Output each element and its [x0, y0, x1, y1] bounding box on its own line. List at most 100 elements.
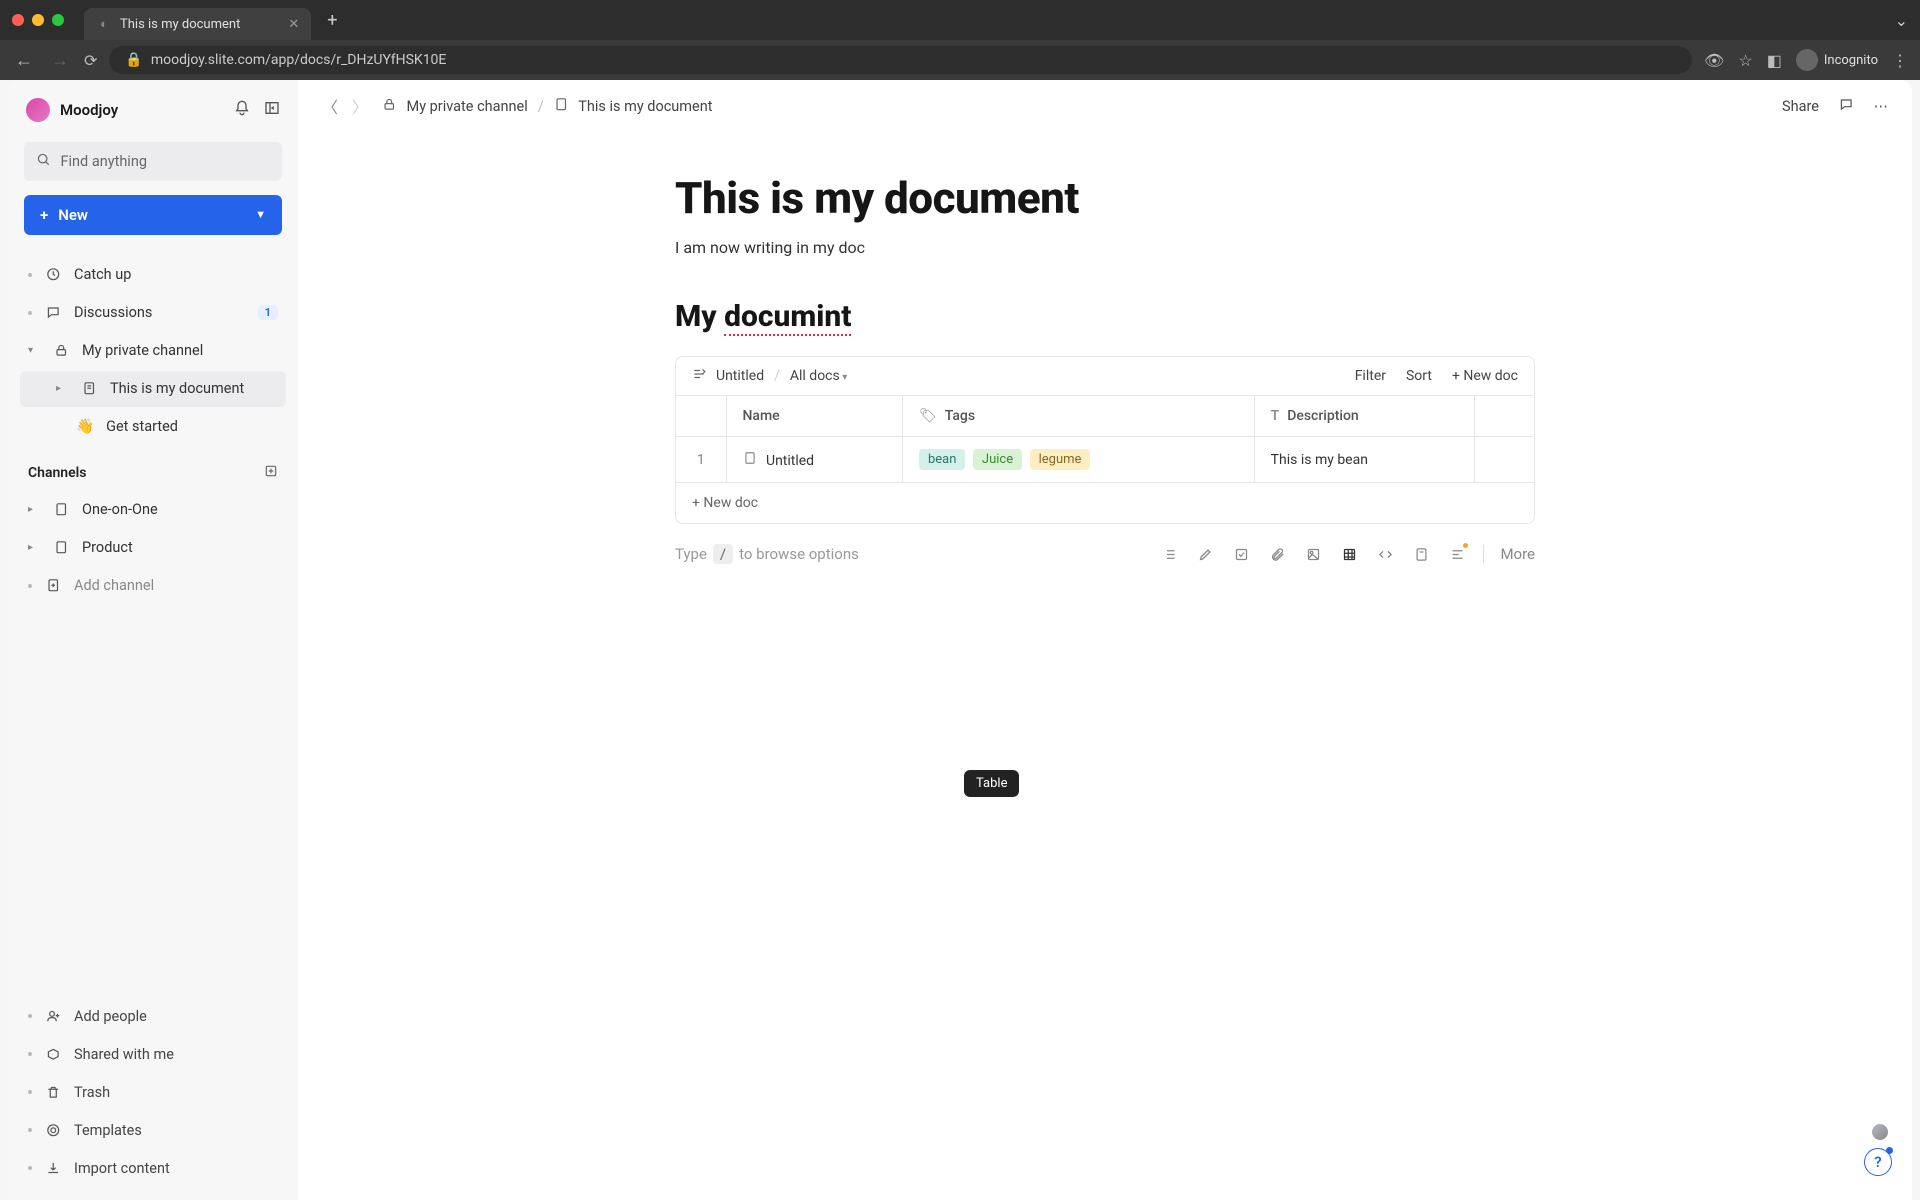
comments-icon[interactable] [1839, 97, 1854, 116]
layout-icon[interactable] [1447, 544, 1467, 564]
column-header-tags[interactable]: 🏷Tags [902, 396, 1254, 437]
browser-tab[interactable]: ◐ This is my document ✕ [84, 8, 311, 40]
add-channel-section-icon[interactable] [264, 464, 278, 482]
close-window-icon[interactable] [12, 14, 24, 26]
sidebar-item-one-on-one[interactable]: ▸ One-on-One [20, 492, 286, 528]
column-header-name[interactable]: Name [726, 396, 902, 437]
tag-chip[interactable]: bean [919, 449, 965, 470]
doc-paragraph[interactable]: I am now writing in my doc [675, 238, 1535, 257]
extensions-icon[interactable]: ◧ [1767, 51, 1782, 70]
tag-chip[interactable]: Juice [973, 449, 1022, 470]
table-scope-dropdown[interactable]: All docs [790, 368, 847, 384]
attachment-icon[interactable] [1267, 544, 1287, 564]
doc-icon [743, 453, 760, 469]
forward-button: → [48, 50, 72, 71]
templates-icon [44, 1121, 62, 1139]
table-insert-icon[interactable] [1339, 544, 1359, 564]
column-header-description[interactable]: TDescription [1254, 396, 1474, 437]
maximize-window-icon[interactable] [52, 14, 64, 26]
share-button[interactable]: Share [1782, 98, 1819, 115]
code-icon[interactable] [1375, 544, 1395, 564]
new-button-label: New [58, 206, 88, 224]
browser-menu-icon[interactable]: ⋮ [1892, 51, 1908, 70]
sidebar-item-label: One-on-One [82, 501, 158, 518]
workspace-switcher[interactable]: Moodjoy [20, 94, 286, 136]
column-header-add[interactable] [1474, 396, 1534, 437]
chevron-right-icon[interactable]: ▸ [28, 504, 40, 515]
chevron-down-icon[interactable]: ▼ [255, 208, 266, 221]
sidebar-item-label: Shared with me [74, 1046, 174, 1063]
breadcrumb-parent[interactable]: My private channel [407, 98, 528, 115]
add-people-icon [44, 1007, 62, 1025]
topbar-actions: Share ⋯ [1782, 97, 1888, 116]
heading-misspelled: documint [724, 299, 851, 336]
table-view-name[interactable]: Untitled [716, 368, 764, 384]
sidebar-item-discussions[interactable]: Discussions 1 [20, 295, 286, 331]
browser-extension-icons: 👁 ☆ ◧ Incognito ⋮ [1704, 49, 1908, 71]
list-icon[interactable] [1159, 544, 1179, 564]
sidebar-item-label: Product [82, 539, 133, 556]
cell-tags[interactable]: bean Juice legume [902, 437, 1254, 483]
tab-favicon-icon: ◐ [96, 16, 112, 32]
url-bar[interactable]: 🔒 moodjoy.slite.com/app/docs/r_DHzUYfHSK… [109, 46, 1692, 74]
bullet-icon [28, 1052, 32, 1056]
presence-avatar-icon[interactable] [1872, 1124, 1888, 1140]
close-tab-icon[interactable]: ✕ [288, 17, 299, 32]
data-table: Name 🏷Tags TDescription 1 [676, 395, 1534, 482]
cell-name[interactable]: Untitled [726, 437, 902, 483]
collapse-sidebar-icon[interactable] [264, 100, 280, 120]
reload-button[interactable]: ⟳ [84, 51, 97, 70]
history-back-icon[interactable]: 〈 [322, 94, 338, 118]
sidebar-item-get-started[interactable]: 👋 Get started [20, 409, 286, 444]
table-sort-button[interactable]: Sort [1406, 368, 1432, 384]
channels-section-header: Channels [20, 446, 286, 490]
add-doc-icon [44, 577, 62, 595]
back-button[interactable]: ← [12, 50, 36, 71]
new-tab-button[interactable]: + [327, 10, 337, 31]
sidebar-item-add-people[interactable]: Add people [20, 998, 286, 1034]
sidebar-item-private-channel[interactable]: ▾ My private channel [20, 333, 286, 369]
chevron-right-icon[interactable]: ▸ [28, 542, 40, 553]
chevron-right-icon[interactable]: ▸ [56, 383, 68, 394]
search-input[interactable]: Find anything [24, 142, 282, 181]
doc-heading[interactable]: My documint [675, 299, 1535, 334]
checkbox-icon[interactable] [1231, 544, 1251, 564]
heading-prefix: My [675, 299, 724, 334]
table-new-doc-button[interactable]: + New doc [1452, 368, 1518, 384]
hint-suffix: to browse options [739, 545, 859, 563]
image-icon[interactable] [1303, 544, 1323, 564]
add-channel-item[interactable]: Add channel [20, 568, 286, 604]
history-forward-icon: 〉 [352, 94, 368, 118]
more-menu-icon[interactable]: ⋯ [1874, 98, 1889, 115]
sidebar-item-product[interactable]: ▸ Product [20, 530, 286, 566]
new-button[interactable]: + New ▼ [24, 195, 282, 235]
table-row[interactable]: 1 Untitled bean Juice legume [676, 437, 1534, 483]
cell-description[interactable]: This is my bean [1254, 437, 1474, 483]
incognito-badge[interactable]: Incognito [1796, 49, 1878, 71]
doc-icon [52, 501, 70, 519]
sidebar-item-trash[interactable]: Trash [20, 1074, 286, 1110]
chevron-down-icon[interactable]: ▾ [28, 345, 40, 356]
more-insert-button[interactable]: More [1500, 545, 1535, 563]
page-title[interactable]: This is my document [675, 172, 1535, 224]
sidebar-item-templates[interactable]: Templates [20, 1112, 286, 1148]
tag-chip[interactable]: legume [1030, 449, 1091, 470]
help-button[interactable]: ? [1864, 1148, 1892, 1176]
sidebar-item-shared[interactable]: Shared with me [20, 1036, 286, 1072]
bookmark-star-icon[interactable]: ☆ [1738, 51, 1752, 70]
document-content: This is my document I am now writing in … [675, 132, 1535, 564]
eye-off-icon[interactable]: 👁 [1704, 51, 1724, 70]
embed-icon[interactable] [1411, 544, 1431, 564]
cell-extra[interactable] [1474, 437, 1534, 483]
table-filter-button[interactable]: Filter [1355, 368, 1386, 384]
table-add-row-button[interactable]: New doc [676, 482, 1534, 523]
sidebar-item-import[interactable]: Import content [20, 1150, 286, 1186]
tabs-overflow-icon[interactable]: ⌄ [1895, 11, 1908, 30]
breadcrumb-current[interactable]: This is my document [578, 98, 712, 115]
notifications-icon[interactable] [234, 100, 250, 120]
workspace-name: Moodjoy [60, 101, 118, 119]
sidebar-item-current-doc[interactable]: ▸ This is my document [20, 371, 286, 407]
sidebar-item-catchup[interactable]: Catch up [20, 257, 286, 293]
minimize-window-icon[interactable] [32, 14, 44, 26]
pencil-icon[interactable] [1195, 544, 1215, 564]
